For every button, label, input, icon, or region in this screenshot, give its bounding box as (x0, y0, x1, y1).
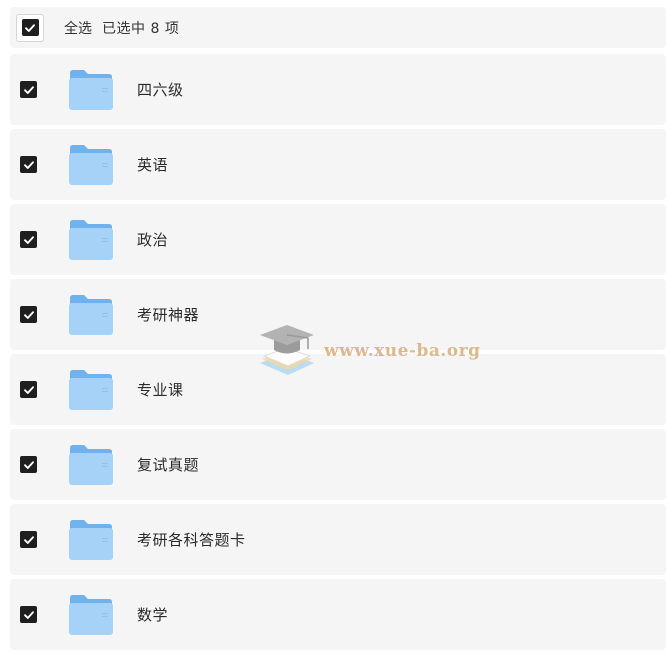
selected-count: 8 (150, 20, 160, 37)
folder-icon (69, 69, 113, 110)
folder-icon (69, 519, 113, 560)
row-checkbox[interactable] (20, 231, 37, 248)
folder-icon (69, 219, 113, 260)
selected-prefix: 已选中 (102, 20, 146, 37)
file-row[interactable]: 复试真题 (10, 429, 666, 500)
row-checkbox[interactable] (20, 456, 37, 473)
file-row[interactable]: 专业课 (10, 354, 666, 425)
file-name[interactable]: 四六级 (137, 79, 184, 100)
file-name[interactable]: 考研神器 (137, 304, 199, 325)
file-row[interactable]: 考研各科答题卡 (10, 504, 666, 575)
select-all-checkbox[interactable] (16, 13, 44, 42)
folder-icon (69, 144, 113, 185)
row-checkbox[interactable] (20, 306, 37, 323)
row-checkbox[interactable] (20, 381, 37, 398)
row-checkbox[interactable] (20, 606, 37, 623)
file-name[interactable]: 专业课 (137, 379, 184, 400)
folder-icon (69, 369, 113, 410)
file-row[interactable]: 考研神器 (10, 279, 666, 350)
file-name[interactable]: 数学 (137, 604, 168, 625)
file-row[interactable]: 四六级 (10, 54, 666, 125)
select-all-bar: 全选 已选中 8 项 (10, 7, 666, 48)
file-row[interactable]: 数学 (10, 579, 666, 650)
file-name[interactable]: 英语 (137, 154, 168, 175)
row-checkbox[interactable] (20, 156, 37, 173)
selected-count-text: 已选中 8 项 (102, 18, 179, 38)
file-row[interactable]: 政治 (10, 204, 666, 275)
folder-icon (69, 594, 113, 635)
file-name[interactable]: 考研各科答题卡 (137, 529, 246, 550)
file-name[interactable]: 政治 (137, 229, 168, 250)
row-checkbox[interactable] (20, 531, 37, 548)
folder-icon (69, 294, 113, 335)
select-all-label[interactable]: 全选 (64, 18, 92, 38)
checkbox-checked-icon (21, 19, 39, 36)
row-checkbox[interactable] (20, 81, 37, 98)
file-name[interactable]: 复试真题 (137, 454, 199, 475)
selected-suffix: 项 (164, 20, 180, 37)
folder-icon (69, 444, 113, 485)
file-row[interactable]: 英语 (10, 129, 666, 200)
